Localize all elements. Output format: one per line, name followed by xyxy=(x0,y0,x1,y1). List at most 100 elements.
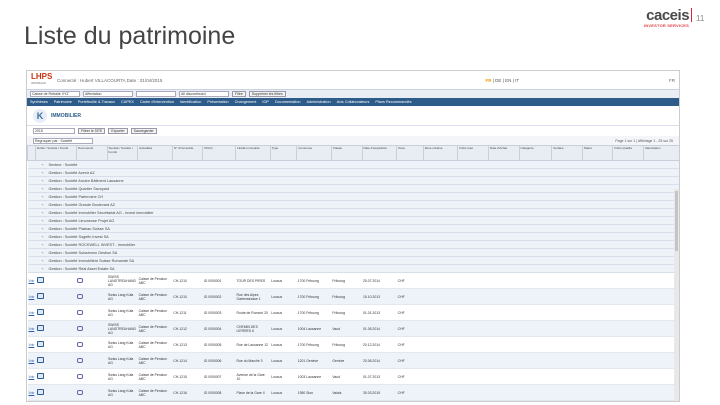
table-row[interactable]: Voir SWISS LANDTREUHAND AG Caisse de Pensi… xyxy=(27,320,679,337)
group-row[interactable]: + Gestion : Société Ancien Bâtiment Lausa… xyxy=(27,176,679,185)
lang-en[interactable]: EN xyxy=(505,78,511,83)
column-header[interactable]: Date d'acquisition xyxy=(361,145,398,161)
table-row[interactable]: Voir Swiss Lang Kufa AG Caisse de Pension … xyxy=(27,336,679,353)
table-row[interactable]: Voir SWISS LANDTREUHAND AG Caisse de Pensi… xyxy=(27,272,679,289)
group-row[interactable]: + Secteur : Société xyxy=(27,160,679,169)
expand-icon[interactable]: + xyxy=(42,171,46,175)
lang-it[interactable]: IT xyxy=(515,78,519,83)
expand-icon[interactable]: + xyxy=(42,203,46,207)
column-header[interactable]: Zone xyxy=(396,145,424,161)
paperclip-icon[interactable] xyxy=(77,277,84,283)
column-header[interactable]: Libellé immeuble xyxy=(235,145,271,161)
expand-icon[interactable]: + xyxy=(42,195,46,199)
table-row[interactable]: Voir Swiss Lang Kufa AG Caisse de Pension … xyxy=(27,368,679,385)
group-row[interactable]: + Gestion : Société Réal Asset Estate SA xyxy=(27,264,679,273)
detail-icon[interactable] xyxy=(36,373,44,379)
expand-icon[interactable]: + xyxy=(42,259,46,263)
menu-item[interactable]: Cadre d'Intervention xyxy=(140,100,174,104)
column-header[interactable]: Statut xyxy=(581,145,614,161)
view-link[interactable]: Voir xyxy=(29,359,35,363)
view-link[interactable]: Voir xyxy=(29,343,35,347)
paperclip-icon[interactable] xyxy=(77,373,84,379)
assignment-select[interactable]: Affectation xyxy=(83,91,133,97)
table-row[interactable]: Voir Swiss Lang Kufa AG Caisse de Pension … xyxy=(27,352,679,369)
column-header[interactable]: Société / Société / Fonds xyxy=(106,145,139,161)
group-row[interactable]: + Gestion : Société Suissimmo Gestion SA xyxy=(27,248,679,257)
group-row[interactable]: + Gestion : Société Sogefin Invest SA xyxy=(27,232,679,241)
status-select[interactable]: All discontinued xyxy=(179,91,229,97)
column-header[interactable]: Fiche Géo xyxy=(457,145,489,161)
column-header[interactable]: Entité / Société / Fonds xyxy=(35,145,77,161)
lang-fr[interactable]: FR xyxy=(485,78,491,83)
detail-icon[interactable] xyxy=(36,309,44,315)
detail-icon[interactable] xyxy=(36,389,44,395)
table-row[interactable]: Voir Swiss Lang Kufa AG Caisse de Pension … xyxy=(27,304,679,321)
paperclip-icon[interactable] xyxy=(77,341,84,347)
expand-icon[interactable]: + xyxy=(42,227,46,231)
menu-item[interactable]: Présentation xyxy=(207,100,228,104)
column-header[interactable]: N° d'immeuble xyxy=(171,145,204,161)
column-header[interactable]: Valorisation xyxy=(642,145,679,161)
group-row[interactable]: + Gestion : Société Immobilière Suisse Ro… xyxy=(27,256,679,265)
table-row[interactable]: Voir Swiss Lang Kufa AG Caisse de Pension … xyxy=(27,288,679,305)
menu-item[interactable]: Administration xyxy=(307,100,331,104)
paperclip-icon[interactable] xyxy=(77,309,84,315)
view-link[interactable]: Voir xyxy=(29,279,35,283)
scrollbar-thumb[interactable] xyxy=(675,191,678,251)
group-row[interactable]: + Gestion : Société ROCKWELL INVEST - Imm… xyxy=(27,240,679,249)
menu-item[interactable]: Identification xyxy=(180,100,201,104)
search-input[interactable]: 2015 xyxy=(33,128,75,134)
column-header[interactable]: Fiche Qualité xyxy=(612,145,644,161)
menu-item[interactable]: CAPEX xyxy=(121,100,134,104)
expand-icon[interactable]: + xyxy=(42,251,46,255)
menu-item[interactable]: Documentation xyxy=(275,100,301,104)
menu-item[interactable]: Portefeuille & Travaux xyxy=(78,100,115,104)
header-right[interactable]: FR xyxy=(669,78,675,83)
detail-icon[interactable] xyxy=(36,325,44,331)
expand-icon[interactable]: + xyxy=(42,243,46,247)
expand-icon[interactable]: + xyxy=(42,179,46,183)
paperclip-icon[interactable] xyxy=(77,325,84,331)
column-header[interactable]: Zone urbaine xyxy=(422,145,459,161)
menu-item[interactable]: Avis Collaborateurs xyxy=(337,100,370,104)
paperclip-icon[interactable] xyxy=(77,389,84,395)
column-header[interactable]: Type xyxy=(269,145,298,161)
expand-icon[interactable]: + xyxy=(42,267,46,271)
view-link[interactable]: Voir xyxy=(29,295,35,299)
column-header[interactable]: Documents xyxy=(75,145,108,161)
column-header[interactable] xyxy=(27,145,37,161)
menu-item[interactable]: Synthèses xyxy=(30,100,48,104)
column-header[interactable]: Surface xyxy=(551,145,583,161)
clear-filters-button[interactable]: Supprimer les filtres xyxy=(248,91,286,97)
column-header[interactable]: Date d'Achat xyxy=(487,145,520,161)
group-row[interactable]: + Gestion : Société Patrimoine CH xyxy=(27,192,679,201)
group-row[interactable]: + Gestion : Société Avenir AZ xyxy=(27,168,679,177)
lang-de[interactable]: DE xyxy=(495,78,501,83)
paperclip-icon[interactable] xyxy=(77,293,84,299)
expand-icon[interactable]: + xyxy=(42,163,46,167)
menu-item[interactable]: IOP xyxy=(262,100,269,104)
group-row[interactable]: + Gestion : Société Grande Boulevard AZ xyxy=(27,200,679,209)
view-link[interactable]: Voir xyxy=(29,391,35,395)
group-row[interactable]: + Gestion : Société Plateau Suisse SA xyxy=(27,224,679,233)
save-button[interactable]: Sauvegarder xyxy=(130,128,157,134)
menu-item[interactable]: Patrimoine xyxy=(54,100,72,104)
view-link[interactable]: Voir xyxy=(29,311,35,315)
expand-icon[interactable]: + xyxy=(42,211,46,215)
paperclip-icon[interactable] xyxy=(77,357,84,363)
column-header[interactable]: Commune xyxy=(296,145,332,161)
view-link[interactable]: Voir xyxy=(29,375,35,379)
group-row[interactable]: + Gestion : Société Immobilier Secrétaria… xyxy=(27,208,679,217)
detail-icon[interactable] xyxy=(36,277,44,283)
detail-icon[interactable] xyxy=(36,293,44,299)
filter-button[interactable]: Filtre xyxy=(232,91,246,97)
group-row[interactable]: + Gestion : Société Quartier Savoyard xyxy=(27,184,679,193)
filter-site-button[interactable]: Filtrer le SITE xyxy=(78,128,106,134)
table-row[interactable]: Voir Swiss Lang Kufa AG Caisse de Pension … xyxy=(27,384,679,401)
secondary-select[interactable] xyxy=(136,91,176,97)
detail-icon[interactable] xyxy=(36,357,44,363)
column-header[interactable]: Classe xyxy=(330,145,363,161)
vertical-scrollbar[interactable] xyxy=(674,189,679,401)
column-header[interactable]: PDLO xyxy=(202,145,237,161)
menu-item[interactable]: Changement xyxy=(235,100,257,104)
